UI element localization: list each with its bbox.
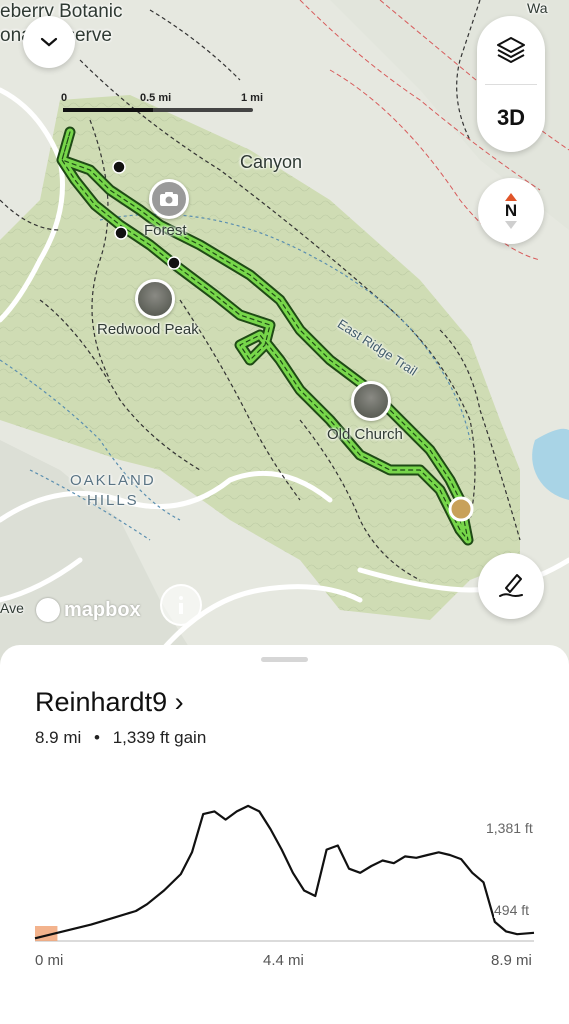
canyon-label: Canyon bbox=[240, 152, 303, 172]
draw-route-icon bbox=[499, 574, 523, 597]
elevation-min-label: 494 ft bbox=[494, 902, 530, 918]
scale-bar-segment bbox=[63, 108, 153, 112]
map-view[interactable]: eberry Botanic onal Reserve Canyon Fores… bbox=[0, 0, 569, 665]
scale-start: 0 bbox=[61, 92, 68, 104]
mapbox-attribution[interactable]: mapbox bbox=[36, 598, 141, 622]
info-icon bbox=[179, 596, 183, 614]
compass-south-arrow-icon bbox=[505, 221, 517, 229]
info-button[interactable] bbox=[160, 584, 202, 626]
draw-route-button[interactable] bbox=[478, 553, 544, 619]
x-tick-end: 8.9 mi bbox=[491, 952, 532, 969]
3d-button[interactable]: 3D bbox=[477, 84, 545, 152]
forest-label[interactable]: Forest bbox=[144, 222, 187, 239]
mapbox-wordmark: mapbox bbox=[64, 598, 141, 621]
camera-icon bbox=[160, 192, 178, 206]
compass-north-arrow-icon bbox=[505, 193, 517, 201]
photo-poi[interactable] bbox=[149, 179, 189, 219]
chevron-down-icon bbox=[40, 37, 58, 47]
old-church-thumbnail[interactable] bbox=[351, 381, 391, 421]
x-tick-mid: 4.4 mi bbox=[263, 952, 304, 969]
layers-icon bbox=[497, 37, 525, 63]
avenue-label: Ave bbox=[0, 600, 24, 616]
elevation-line bbox=[34, 804, 535, 940]
layers-button[interactable] bbox=[477, 16, 545, 84]
elevation-max-label: 1,381 ft bbox=[486, 820, 533, 836]
scale-mid: 0.5 mi bbox=[140, 92, 172, 104]
3d-label: 3D bbox=[496, 105, 526, 130]
old-church-label[interactable]: Old Church bbox=[327, 426, 403, 443]
compass-button[interactable]: N bbox=[478, 178, 544, 244]
route-sheet: Reinhardt9 › 8.9 mi • 1,339 ft gain 1,38… bbox=[0, 645, 569, 1024]
mapbox-logo-icon bbox=[36, 598, 60, 622]
scale-end: 1 mi bbox=[241, 92, 264, 104]
compass-label: N bbox=[504, 201, 518, 220]
collapse-button[interactable] bbox=[23, 16, 75, 68]
oakland-hills-label: OAKLAND HILLS bbox=[70, 472, 156, 509]
x-tick-start: 0 mi bbox=[35, 952, 64, 969]
wa-label: Wa bbox=[527, 0, 548, 16]
redwood-peak-label[interactable]: Redwood Peak bbox=[97, 321, 199, 338]
redwood-peak-thumbnail[interactable] bbox=[135, 279, 175, 319]
scale-bar: 0 0.5 mi 1 mi bbox=[61, 92, 269, 114]
map-controls-stack: 3D bbox=[477, 16, 545, 152]
